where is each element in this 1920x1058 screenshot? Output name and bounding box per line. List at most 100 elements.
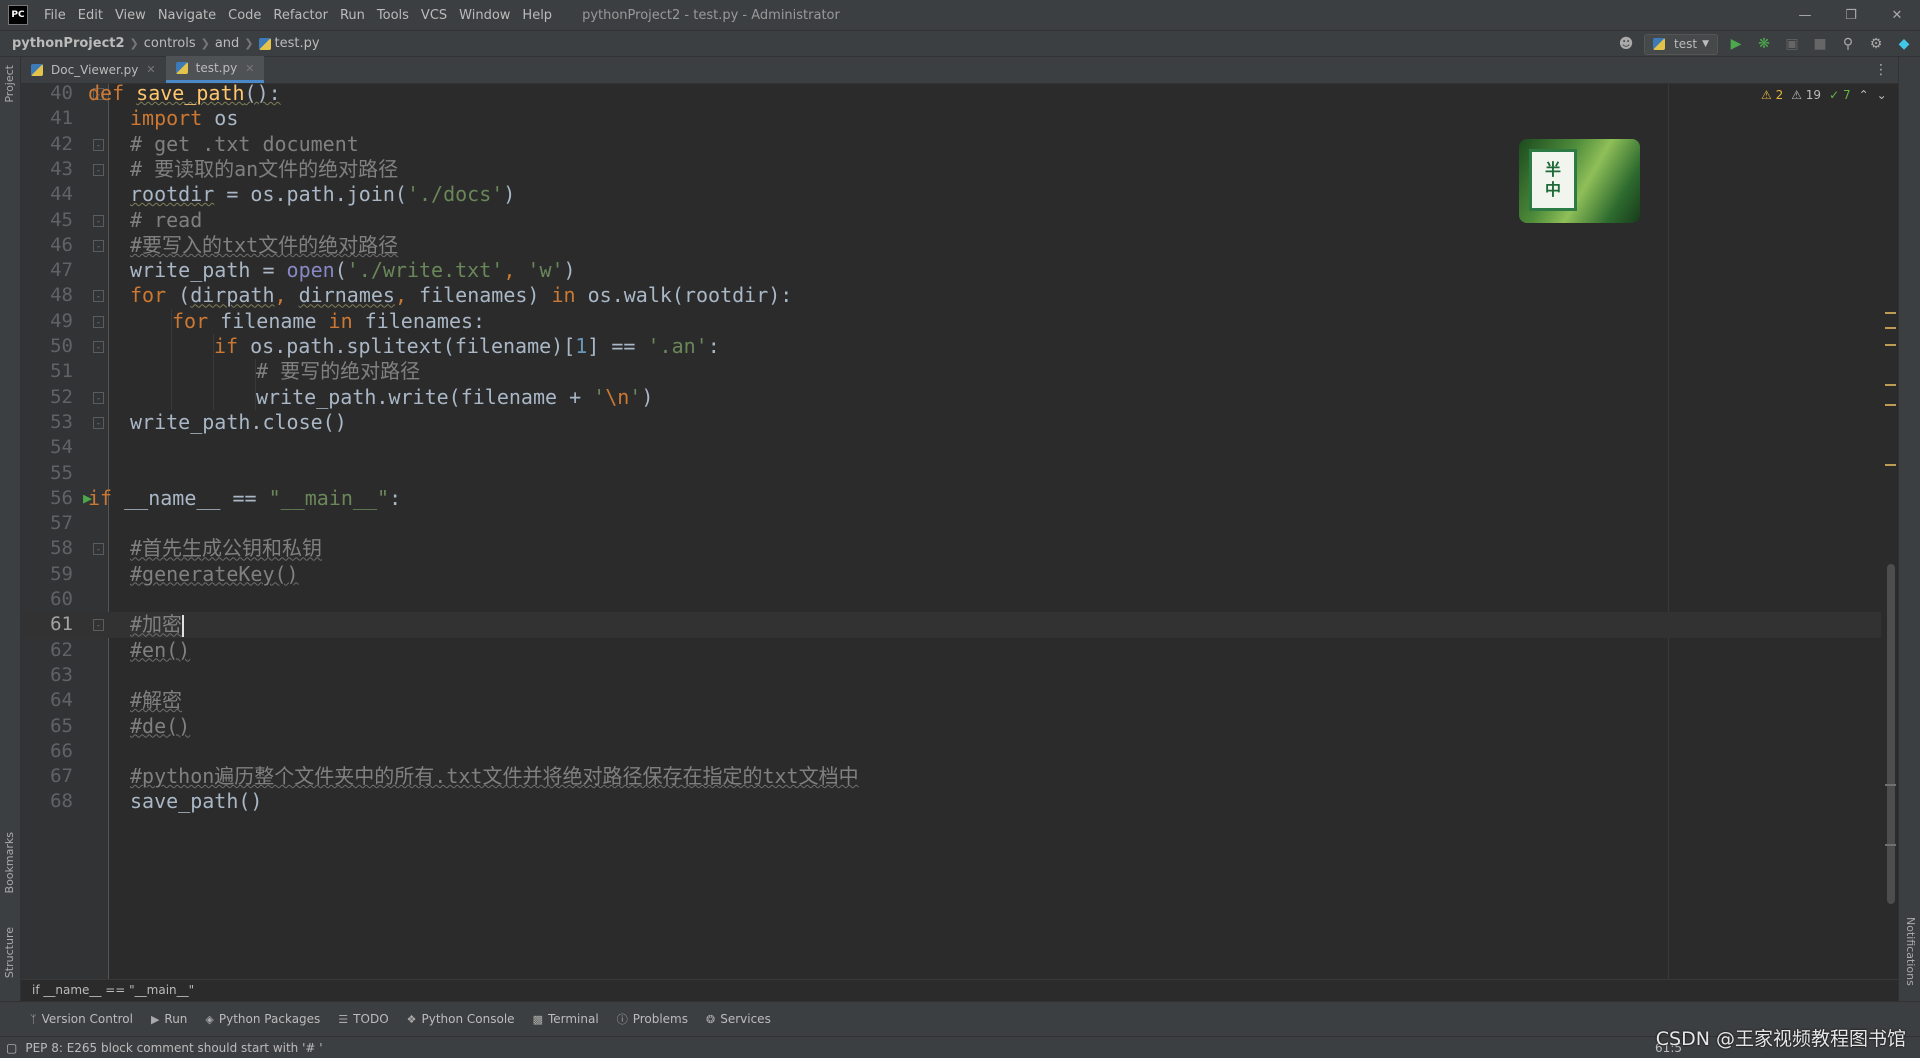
line-number[interactable]: 68 [21,789,73,814]
menu-file[interactable]: File [38,8,72,23]
code-line[interactable]: 62 #en() [21,638,1881,663]
code-line[interactable]: 51 # 要写的绝对路径 [21,359,1881,385]
code-line[interactable]: 48 - for (dirpath, dirnames, filenames) in… [21,283,1881,308]
line-number[interactable]: 44 [21,182,73,207]
toolwindow-problems[interactable]: ⓘ Problems [617,1011,688,1027]
stop-icon[interactable]: ■ [1810,34,1830,54]
code-text[interactable]: # get .txt document [130,132,359,157]
code-line[interactable]: 65 #de() [21,714,1881,739]
code-line[interactable]: 47 write_path = open('./write.txt', 'w') [21,258,1881,283]
code-line[interactable]: 56 ▶ if __name__ == "__main__": [21,486,1881,511]
weak-stripe-mark[interactable] [1885,784,1896,786]
code-text[interactable]: #python遍历整个文件夹中的所有.txt文件并将绝对路径保存在指定的txt文… [130,764,859,789]
toolwindow-todo[interactable]: ☰ TODO [338,1012,388,1026]
toolwindow-version-control[interactable]: ᛉ Version Control [30,1012,133,1026]
warning-stripe-mark[interactable] [1885,464,1896,466]
scroll-thumb[interactable] [1887,564,1895,904]
fold-marker-icon[interactable]: - [93,214,104,227]
menu-vcs[interactable]: VCS [415,8,453,23]
line-number[interactable]: 59 [21,562,73,587]
code-text[interactable]: #de() [130,714,190,739]
fold-marker-icon[interactable]: - [93,163,104,176]
weak-stripe-mark[interactable] [1885,844,1896,846]
warning-stripe-mark[interactable] [1885,327,1896,329]
warning-stripe-mark[interactable] [1885,312,1896,314]
line-number[interactable]: 41 [21,106,73,131]
fold-marker-icon[interactable]: - [93,315,104,328]
menu-help[interactable]: Help [516,8,558,23]
nav-crumb-controls[interactable]: controls [144,36,196,51]
fold-marker-icon[interactable]: - [93,341,104,353]
line-number[interactable]: 49 [21,309,73,334]
toolwindow-terminal[interactable]: ▩ Terminal [533,1012,599,1026]
status-message[interactable]: PEP 8: E265 block comment should start w… [25,1041,322,1055]
code-text[interactable]: #要写入的txt文件的绝对路径 [130,233,398,258]
jetbrains-icon[interactable]: ◆ [1894,34,1914,54]
search-icon[interactable]: ⚲ [1838,34,1858,54]
restore-icon[interactable]: ❐ [1828,0,1874,30]
code-line[interactable]: 53 - write_path.close() [21,410,1881,435]
code-editor[interactable]: 40- def save_path(): 41 import os 42- # get .… [21,84,1898,979]
code-line[interactable]: 68 save_path() [21,789,1881,814]
tab-test[interactable]: test.py ✕ [165,56,265,83]
user-icon[interactable]: ☻ [1616,34,1636,54]
line-number[interactable]: 63 [21,663,73,688]
code-text[interactable]: if __name__ == "__main__": [88,486,401,511]
line-number[interactable]: 56 [21,486,73,511]
code-text[interactable]: #generateKey() [130,562,299,587]
menu-view[interactable]: View [109,8,152,23]
fold-marker-icon[interactable]: - [93,391,104,404]
inspection-widget[interactable]: ⚠ 2 ⚠ 19 ✓ 7 ⌃ ⌄ [1761,88,1887,102]
code-line[interactable]: 55 [21,461,1881,486]
code-text[interactable]: #首先生成公钥和私钥 [130,536,322,561]
line-number[interactable]: 53 [21,410,73,435]
code-line[interactable]: 59 #generateKey() [21,562,1881,587]
code-text[interactable]: rootdir = os.path.join('./docs') [130,182,515,207]
run-config-select[interactable]: test ▼ [1644,33,1718,55]
notifications-toolwindow-button[interactable]: Notifications [1904,917,1917,986]
run-icon[interactable]: ▶ [1726,34,1746,54]
line-number[interactable]: 66 [21,739,73,764]
line-number[interactable]: 67 [21,764,73,789]
fold-marker-icon[interactable]: - [93,543,104,556]
chevron-up-icon[interactable]: ⌃ [1859,88,1869,102]
status-toggle-icon[interactable]: ▢ [6,1041,17,1055]
code-line[interactable]: 50 - if os.path.splitext(filename)[1] == '… [21,334,1881,360]
nav-crumb-project[interactable]: pythonProject2 [12,36,125,51]
code-line[interactable]: 66 [21,739,1881,764]
code-line[interactable]: 58 - #首先生成公钥和私钥 [21,536,1881,561]
editor-breadcrumb[interactable]: if __name__ == "__main__" [21,979,1898,1001]
line-number[interactable]: 50 [21,334,73,359]
line-number[interactable]: 58 [21,536,73,561]
fold-marker-icon[interactable]: - [93,239,104,252]
code-text[interactable]: # 要读取的an文件的绝对路径 [130,157,398,182]
toolwindow-run[interactable]: ▶ Run [151,1012,187,1026]
bookmarks-toolwindow-button[interactable]: Bookmarks [3,832,16,893]
tab-doc-viewer[interactable]: Doc_Viewer.py ✕ [21,56,166,83]
code-text[interactable]: save_path() [130,789,262,814]
menu-navigate[interactable]: Navigate [152,8,222,23]
code-text[interactable]: write_path.close() [130,410,347,435]
code-line[interactable]: 63 [21,663,1881,688]
menu-edit[interactable]: Edit [72,8,109,23]
menu-code[interactable]: Code [222,8,267,23]
minimize-icon[interactable]: — [1782,0,1828,30]
code-text[interactable]: def save_path(): [88,84,281,106]
code-text[interactable]: #加密 [130,612,185,637]
line-number[interactable]: 52 [21,385,73,410]
code-line[interactable]: 60 [21,587,1881,612]
line-number[interactable]: 43 [21,157,73,182]
line-number[interactable]: 40 [21,84,73,106]
line-number[interactable]: 60 [21,587,73,612]
line-number[interactable]: 47 [21,258,73,283]
line-number[interactable]: 46 [21,233,73,258]
nav-crumb-file[interactable]: test.py [258,36,320,51]
gear-icon[interactable]: ⚙ [1866,34,1886,54]
code-line[interactable]: 40- def save_path(): [21,84,1881,106]
close-icon[interactable]: ✕ [1874,0,1920,30]
code-text[interactable]: #解密 [130,688,182,713]
code-text[interactable]: # read [130,208,202,233]
code-line[interactable]: 54 [21,435,1881,460]
line-number[interactable]: 51 [21,359,73,384]
close-icon[interactable]: ✕ [245,62,254,75]
